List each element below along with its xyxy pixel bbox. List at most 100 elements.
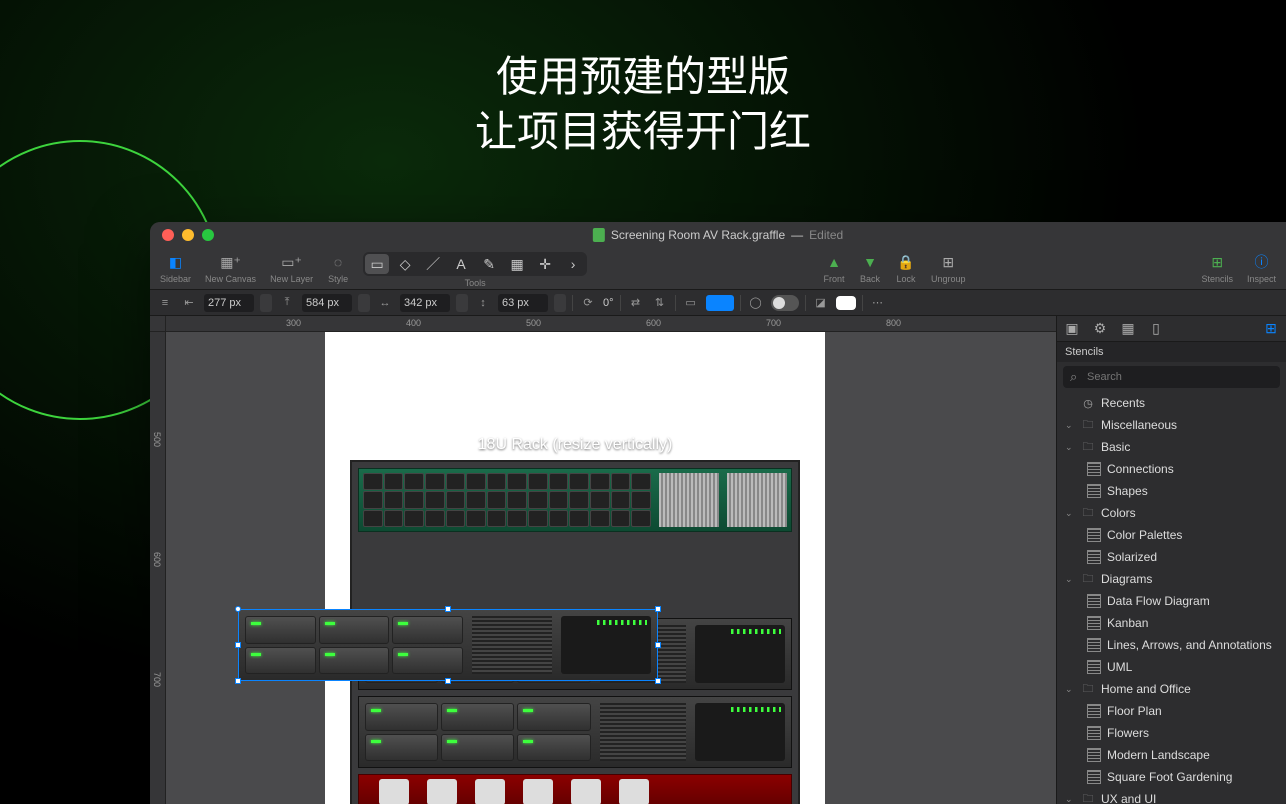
w-input[interactable] [400,294,450,312]
resize-handle[interactable] [235,606,241,612]
stencil-item[interactable]: Flowers [1057,722,1286,744]
stencil-item[interactable]: Connections [1057,458,1286,480]
panel-tab-grid-icon[interactable]: ▦ [1119,320,1137,338]
resize-handle[interactable] [655,678,661,684]
maximize-button[interactable] [202,229,214,241]
lock-icon[interactable]: 🔒 [895,252,917,272]
close-button[interactable] [162,229,174,241]
stencil-icon [1087,748,1101,762]
select-tool-icon[interactable]: ▭ [365,254,389,274]
rack-title: 18U Rack (resize vertically) [350,436,800,454]
text-tool-icon[interactable]: A [449,254,473,274]
y-input[interactable] [302,294,352,312]
more-tools-icon[interactable]: › [561,254,585,274]
back-label: Back [860,274,880,284]
style-icon[interactable]: ◌ [327,252,349,272]
grid-tool-icon[interactable]: ▦ [505,254,529,274]
stencil-icon [1087,704,1101,718]
stencil-item[interactable]: Data Flow Diagram [1057,590,1286,612]
ungroup-label: Ungroup [931,274,966,284]
stencil-folder[interactable]: ⌄🗀Home and Office [1057,678,1286,700]
folder-icon: 🗀 [1081,792,1095,804]
resize-handle[interactable] [655,642,661,648]
opacity-swatch[interactable] [836,296,856,310]
stencil-folder[interactable]: ⌄🗀Miscellaneous [1057,414,1286,436]
w-icon: ↔ [376,294,394,312]
panel-tab-library-icon[interactable]: ▣ [1063,320,1081,338]
stencil-item[interactable]: Kanban [1057,612,1286,634]
snap-icon[interactable]: ▭ [682,294,700,312]
panel-tab-stencils-icon[interactable]: ⊞ [1262,320,1280,338]
line-tool-icon[interactable]: ／ [421,254,445,274]
ungroup-icon[interactable]: ⊞ [937,252,959,272]
rotation-value: 0° [603,297,614,309]
align-icon[interactable]: ≡ [156,294,174,312]
stencils-icon[interactable]: ⊞ [1206,252,1228,272]
x-stepper[interactable] [260,294,272,312]
chevron-down-icon: ⌄ [1065,794,1075,804]
shadow-icon[interactable]: ◪ [812,294,830,312]
new-canvas-label: New Canvas [205,274,256,284]
stencil-item[interactable]: Shapes [1057,480,1286,502]
ruler-corner [150,316,166,332]
back-icon[interactable]: ▼ [859,252,881,272]
search-input[interactable] [1063,366,1280,388]
new-layer-icon[interactable]: ▭⁺ [281,252,303,272]
recents-item[interactable]: Recents [1057,392,1286,414]
stencil-item[interactable]: Lines, Arrows, and Annotations [1057,634,1286,656]
crosshair-tool-icon[interactable]: ✛ [533,254,557,274]
stencil-item[interactable]: Color Palettes [1057,524,1286,546]
h-input[interactable] [498,294,548,312]
power-strip[interactable] [358,774,792,804]
resize-handle[interactable] [235,642,241,648]
front-label: Front [824,274,845,284]
stencil-folder[interactable]: ⌄🗀Colors [1057,502,1286,524]
stencil-item[interactable]: Floor Plan [1057,700,1286,722]
y-stepper[interactable] [358,294,370,312]
shape-tool-icon[interactable]: ◇ [393,254,417,274]
stencil-folder[interactable]: ⌄🗀UX and UI [1057,788,1286,804]
minimize-button[interactable] [182,229,194,241]
flip-v-icon[interactable]: ⇅ [651,294,669,312]
inspect-icon[interactable]: ⓘ [1251,252,1273,272]
stencil-icon [1087,638,1101,652]
sidebar-toggle-icon[interactable]: ◧ [165,252,187,272]
front-icon[interactable]: ▲ [823,252,845,272]
folder-icon: 🗀 [1081,572,1095,586]
stroke-toggle[interactable] [771,295,799,311]
pen-tool-icon[interactable]: ✎ [477,254,501,274]
resize-handle[interactable] [445,606,451,612]
w-stepper[interactable] [456,294,468,312]
canvas-area[interactable]: 300 400 500 600 700 800 500 600 700 18U … [150,316,1056,804]
folder-icon: 🗀 [1081,418,1095,432]
patch-panel[interactable] [358,468,792,532]
flip-h-icon[interactable]: ⇄ [627,294,645,312]
x-icon: ⇤ [180,294,198,312]
stencil-item[interactable]: Solarized [1057,546,1286,568]
fill-color-swatch[interactable] [706,295,734,311]
resize-handle[interactable] [655,606,661,612]
stroke-icon[interactable]: ◯ [747,294,765,312]
folder-icon: 🗀 [1081,506,1095,520]
stencil-folder[interactable]: ⌄🗀Basic [1057,436,1286,458]
resize-handle[interactable] [445,678,451,684]
panel-tab-gear-icon[interactable]: ⚙ [1091,320,1109,338]
stencil-item[interactable]: UML [1057,656,1286,678]
window-title: Screening Room AV Rack.graffle — Edited [593,228,843,242]
h-stepper[interactable] [554,294,566,312]
new-canvas-icon[interactable]: ▦⁺ [220,252,242,272]
toolbar: ◧ Sidebar ▦⁺ New Canvas ▭⁺ New Layer ◌ S… [150,248,1286,290]
selected-server-stencil[interactable] [238,609,658,681]
stencil-item[interactable]: Modern Landscape [1057,744,1286,766]
sidebar-label: Sidebar [160,274,191,284]
stencil-icon [1087,550,1101,564]
stencil-item[interactable]: Square Foot Gardening [1057,766,1286,788]
x-input[interactable] [204,294,254,312]
panel-tab-doc-icon[interactable]: ▯ [1147,320,1165,338]
panel-title: Stencils [1057,342,1286,362]
stencil-folder[interactable]: ⌄🗀Diagrams [1057,568,1286,590]
resize-handle[interactable] [235,678,241,684]
server-stencil[interactable] [358,696,792,768]
lock-label: Lock [897,274,916,284]
more-props-icon[interactable]: ⋯ [869,294,887,312]
